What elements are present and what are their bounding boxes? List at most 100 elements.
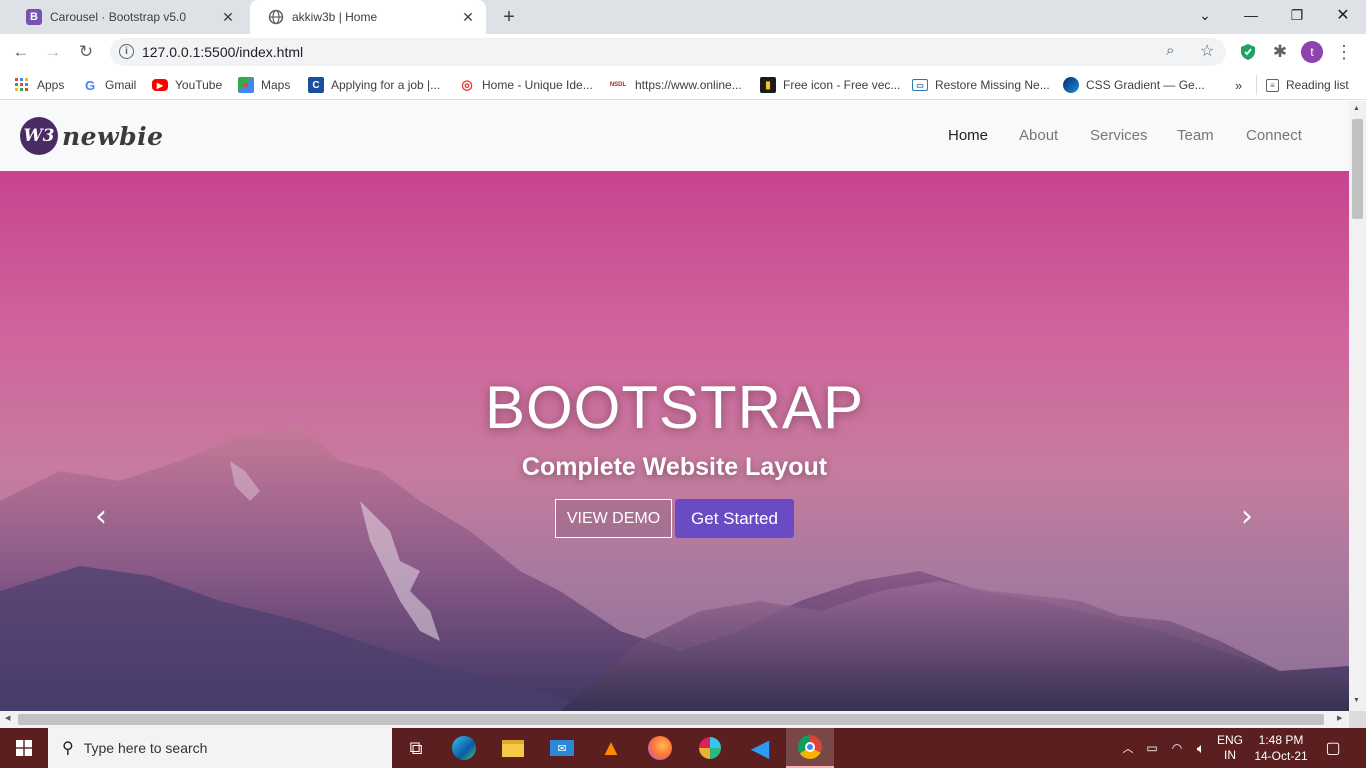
windows-taskbar: ⚲ Type here to search ⧉ ✉ ▲ ◀ ︿ ▭ ◠ 🔈︎ E…	[0, 728, 1366, 768]
scroll-left-icon[interactable]: ◀	[5, 714, 10, 722]
reading-list-button[interactable]: ≡ Reading list	[1266, 76, 1349, 94]
clock[interactable]: 1:48 PM 14-Oct-21	[1250, 728, 1312, 768]
vscode-icon[interactable]: ◀	[736, 728, 784, 768]
back-icon[interactable]: ←	[6, 37, 36, 67]
bookmark-gmail[interactable]: G Gmail	[82, 76, 136, 94]
monitor-icon: ▭	[912, 79, 928, 91]
bookmark-free-icon[interactable]: ▮ Free icon - Free vec...	[760, 76, 900, 94]
wifi-icon[interactable]: ◠	[1166, 728, 1188, 768]
minimize-button[interactable]: —	[1228, 0, 1274, 30]
edge-icon[interactable]	[440, 728, 488, 768]
bookmarks-divider	[1256, 75, 1257, 95]
zoom-icon[interactable]: ⌕	[1166, 42, 1174, 59]
nav-connect[interactable]: Connect	[1246, 127, 1302, 144]
bookmark-css-gradient[interactable]: CSS Gradient — Ge...	[1063, 76, 1205, 94]
site-info-icon[interactable]: i	[119, 44, 134, 59]
language-indicator[interactable]: ENG IN	[1214, 728, 1246, 768]
hero-subtitle: Complete Website Layout	[521, 453, 828, 481]
clock-time: 1:48 PM	[1258, 733, 1304, 747]
tab-search-icon[interactable]: ⌄	[1182, 0, 1228, 30]
bootstrap-favicon-icon: B	[26, 9, 42, 25]
start-button[interactable]	[0, 728, 48, 768]
search-icon: ⚲	[62, 740, 74, 757]
clock-date: 14-Oct-21	[1254, 749, 1308, 763]
bookmark-label: Applying for a job |...	[331, 78, 441, 92]
bookmark-apps[interactable]: Apps	[14, 76, 64, 94]
site-logo[interactable]: W3 newbie	[20, 115, 164, 157]
search-placeholder: Type here to search	[83, 740, 208, 756]
bookmark-online[interactable]: NSDL https://www.online...	[608, 76, 742, 94]
fingerprint-icon: ◎	[461, 77, 473, 92]
globe-icon	[268, 9, 284, 25]
scroll-down-icon[interactable]: ▼	[1353, 697, 1360, 704]
flaticon-icon: ▮	[760, 77, 776, 93]
nav-team[interactable]: Team	[1177, 127, 1214, 144]
get-started-button[interactable]: Get Started	[675, 499, 794, 538]
browser-toolbar: ← → ↻ i 127.0.0.1:5500/index.html ⌕ ☆ ✱ …	[0, 34, 1366, 70]
carousel-prev-icon[interactable]: ‹	[86, 499, 116, 534]
reading-list-icon: ≡	[1266, 78, 1279, 92]
carousel-next-icon[interactable]: ›	[1232, 499, 1262, 534]
nsdl-icon: NSDL	[609, 82, 627, 88]
bookmark-label: Maps	[261, 78, 291, 92]
bookmark-star-icon[interactable]: ☆	[1200, 41, 1214, 61]
slack-icon[interactable]	[686, 728, 734, 768]
nav-services[interactable]: Services	[1090, 127, 1148, 144]
bookmark-label: YouTube	[175, 78, 223, 92]
horizontal-scroll-thumb[interactable]	[18, 714, 1324, 725]
tab-carousel[interactable]: B Carousel · Bootstrap v5.0 ✕	[8, 0, 246, 34]
bookmarks-bar: Apps G Gmail ▶ YouTube ● Maps C Applying…	[0, 70, 1366, 100]
taskbar-search-box[interactable]: ⚲ Type here to search	[48, 728, 392, 768]
mail-icon[interactable]: ✉	[538, 728, 586, 768]
bookmark-label: Free icon - Free vec...	[783, 78, 901, 92]
view-demo-button[interactable]: VIEW DEMO	[555, 499, 672, 538]
bookmark-label: https://www.online...	[635, 78, 742, 92]
chrome-icon[interactable]	[786, 728, 834, 768]
tab-title: Carousel · Bootstrap v5.0	[50, 10, 187, 24]
volume-icon[interactable]: 🔈︎	[1190, 728, 1212, 768]
shield-extension-icon[interactable]	[1233, 37, 1263, 67]
hero-carousel: BOOTSTRAP Complete Website Layout VIEW D…	[0, 171, 1349, 711]
battery-icon[interactable]: ▭	[1142, 728, 1162, 768]
bookmark-maps[interactable]: ● Maps	[238, 76, 290, 94]
site-navbar: W3 newbie Home About Services Team Conne…	[0, 101, 1349, 171]
google-icon: G	[84, 77, 96, 93]
forward-icon[interactable]: →	[38, 37, 68, 67]
nav-home[interactable]: Home	[948, 127, 988, 144]
horizontal-scrollbar[interactable]: ◀ ▶	[0, 711, 1349, 728]
menu-kebab-icon[interactable]: ⋮	[1329, 37, 1359, 67]
bookmark-label: Apps	[37, 78, 65, 92]
nav-about[interactable]: About	[1019, 127, 1058, 144]
show-hidden-icons[interactable]: ︿	[1118, 728, 1138, 768]
new-tab-button[interactable]: +	[498, 6, 520, 28]
notifications-icon[interactable]: ▢	[1318, 728, 1348, 768]
bookmark-unique-ide[interactable]: ◎ Home - Unique Ide...	[459, 76, 593, 94]
vlc-icon[interactable]: ▲	[587, 728, 635, 768]
vertical-scroll-thumb[interactable]	[1352, 119, 1363, 219]
tab-home[interactable]: akkiw3b | Home ✕	[250, 0, 486, 34]
scroll-up-icon[interactable]: ▲	[1353, 105, 1360, 112]
maps-icon: ●	[238, 77, 254, 93]
task-view-icon[interactable]: ⧉	[392, 728, 440, 768]
bookmark-youtube[interactable]: ▶ YouTube	[152, 76, 222, 94]
restore-button[interactable]: ❐	[1274, 0, 1320, 30]
vertical-scrollbar[interactable]: ▲ ▼	[1349, 101, 1366, 711]
profile-avatar[interactable]: t	[1297, 37, 1327, 67]
firefox-icon[interactable]	[636, 728, 684, 768]
web-page: W3 newbie Home About Services Team Conne…	[0, 101, 1349, 711]
reload-icon[interactable]: ↻	[71, 37, 101, 67]
scroll-right-icon[interactable]: ▶	[1337, 714, 1342, 722]
more-bookmarks-icon[interactable]: »	[1235, 76, 1242, 94]
address-bar[interactable]: i 127.0.0.1:5500/index.html ⌕ ☆	[110, 38, 1226, 66]
file-explorer-icon[interactable]	[489, 728, 537, 768]
c-icon: C	[308, 77, 324, 93]
extensions-puzzle-icon[interactable]: ✱	[1265, 37, 1295, 67]
bookmark-restore-missing[interactable]: ▭ Restore Missing Ne...	[912, 76, 1050, 94]
close-tab-icon[interactable]: ✕	[220, 9, 236, 25]
bookmark-label: Home - Unique Ide...	[482, 78, 593, 92]
url-text[interactable]: 127.0.0.1:5500/index.html	[142, 44, 303, 60]
bookmark-applying-job[interactable]: C Applying for a job |...	[308, 76, 440, 94]
scrollbar-corner	[1349, 711, 1366, 728]
close-tab-icon[interactable]: ✕	[460, 9, 476, 25]
close-window-button[interactable]: ✕	[1320, 0, 1366, 30]
